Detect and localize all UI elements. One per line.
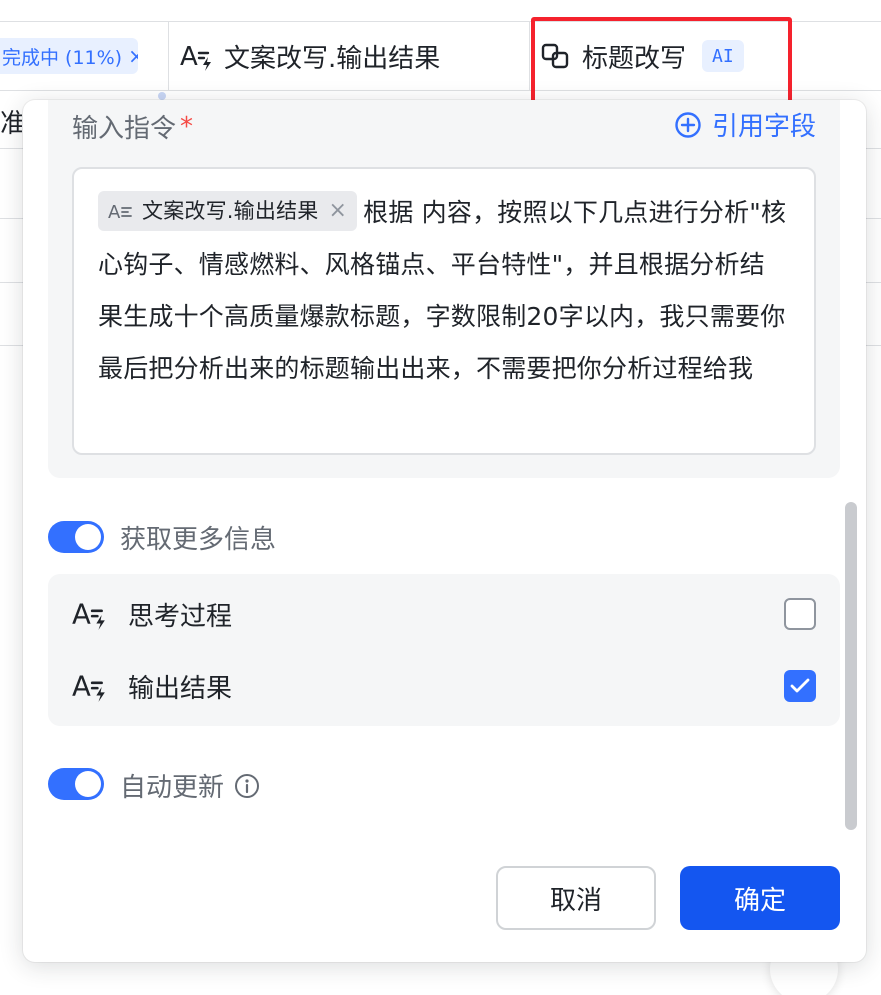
- close-icon[interactable]: ×: [128, 44, 138, 68]
- output-result-checkbox[interactable]: [784, 670, 816, 702]
- table-divider: [0, 21, 881, 22]
- column-header-title-rewrite[interactable]: 标题改写 AI: [540, 22, 744, 90]
- field-reference-tag[interactable]: A 文案改写.输出结果 ×: [98, 191, 358, 231]
- copy-link-icon: [540, 41, 572, 71]
- column-header-label: 文案改写.输出结果: [224, 43, 441, 74]
- svg-text:A: A: [72, 599, 91, 631]
- text-align-icon: A: [108, 200, 134, 222]
- list-item[interactable]: A 思考过程: [48, 578, 840, 650]
- scrollbar[interactable]: [845, 502, 857, 830]
- auto-update-label-text: 自动更新: [120, 773, 225, 803]
- column-header-copy-output[interactable]: A 文案改写.输出结果: [180, 22, 440, 90]
- reference-field-button[interactable]: 引用字段: [674, 106, 816, 143]
- instruction-label-text: 输入指令: [72, 114, 177, 144]
- toggle-knob: [75, 771, 101, 797]
- table-divider: [0, 90, 881, 91]
- table-divider: [168, 21, 169, 91]
- auto-update-label: 自动更新: [120, 767, 260, 804]
- svg-text:A: A: [108, 202, 121, 222]
- text-lightning-icon: A: [72, 669, 108, 703]
- drag-handle[interactable]: [158, 92, 166, 100]
- toggle-knob: [75, 524, 101, 550]
- plus-circle-icon: [675, 111, 701, 138]
- auto-update-toggle[interactable]: [48, 768, 104, 800]
- column-header-label: 标题改写: [582, 43, 687, 74]
- option-label: 输出结果: [128, 673, 233, 704]
- more-info-options: A 思考过程 A 输出结果: [48, 574, 840, 726]
- table-cell-fragment: 准备: [0, 109, 22, 139]
- instruction-input[interactable]: A 文案改写.输出结果 × 根据 内容，按照以下几点进行分析"核心钩子、情感燃料…: [72, 167, 816, 455]
- field-tag-label: 文案改写.输出结果: [142, 199, 319, 223]
- reference-field-label: 引用字段: [711, 112, 816, 142]
- option-label: 思考过程: [128, 601, 233, 632]
- list-item[interactable]: A 输出结果: [48, 650, 840, 722]
- text-lightning-icon: A: [180, 40, 214, 72]
- required-mark: *: [180, 111, 194, 142]
- text-lightning-icon: A: [72, 597, 108, 631]
- instruction-section: 输入指令 * 引用字段 A 文案改写.输出结果 × 根据 内容，按照以下几点进行…: [48, 100, 840, 478]
- cancel-button[interactable]: 取消: [496, 866, 656, 930]
- status-chip-text: 完成中 (11%): [2, 46, 123, 69]
- thinking-process-checkbox[interactable]: [784, 598, 816, 630]
- ai-field-config-panel: 输入指令 * 引用字段 A 文案改写.输出结果 × 根据 内容，按照以下几点进行…: [23, 100, 866, 962]
- close-icon[interactable]: ×: [328, 191, 347, 231]
- ai-badge: AI: [702, 40, 744, 72]
- app-root: 完成中 (11%) × A 文案改写.输出结果 标题改写 AI 准备 输入指令 …: [0, 0, 881, 995]
- instruction-text-area[interactable]: A 文案改写.输出结果 × 根据 内容，按照以下几点进行分析"核心钩子、情感燃料…: [98, 187, 790, 395]
- more-info-label: 获取更多信息: [120, 525, 277, 555]
- check-icon: [790, 678, 810, 693]
- confirm-button[interactable]: 确定: [680, 866, 840, 930]
- info-icon[interactable]: [234, 773, 260, 799]
- svg-text:A: A: [180, 42, 198, 72]
- svg-text:A: A: [72, 671, 91, 703]
- more-info-toggle[interactable]: [48, 521, 104, 553]
- instruction-label: 输入指令 *: [72, 108, 193, 145]
- table-divider: [529, 21, 530, 91]
- progress-status-chip[interactable]: 完成中 (11%) ×: [0, 38, 138, 74]
